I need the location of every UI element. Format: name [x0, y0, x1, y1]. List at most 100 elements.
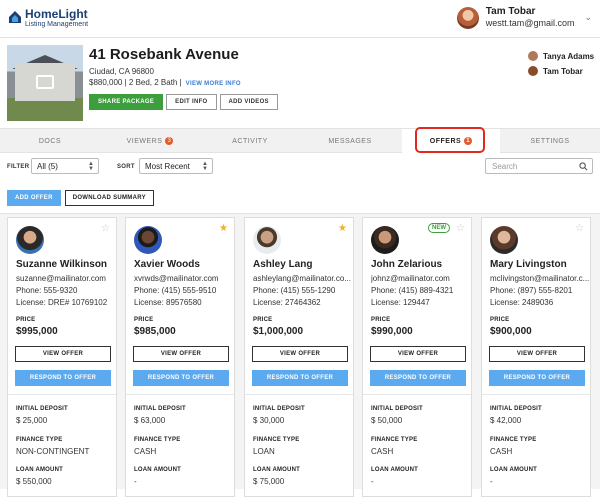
search-input[interactable]: Search [485, 158, 593, 174]
chevron-down-icon[interactable]: ⌄ [584, 12, 592, 23]
respond-to-offer-button[interactable]: RESPOND TO OFFER [370, 370, 466, 386]
property-address: 41 Rosebank Avenue [89, 46, 239, 63]
card-divider [482, 394, 590, 395]
search-icon [579, 162, 588, 171]
search-placeholder: Search [492, 161, 518, 171]
property-summary: $880,000 | 2 Bed, 2 Bath | VIEW MORE INFO [89, 78, 241, 87]
star-icon[interactable]: ★ [219, 224, 228, 234]
view-offer-button[interactable]: VIEW OFFER [370, 346, 466, 362]
tab-docs[interactable]: DOCS [0, 129, 100, 153]
add-videos-button[interactable]: ADD VIDEOS [219, 94, 278, 110]
offer-card: NEW ☆ John Zelarious johnz@mailinator.co… [362, 217, 472, 497]
price-label: PRICE [253, 317, 273, 323]
initial-deposit-label: INITIAL DEPOSIT [134, 406, 186, 412]
select-arrows-icon: ▲ ▼ [88, 161, 94, 172]
buyer-agent-avatar [253, 226, 281, 254]
view-offer-button[interactable]: VIEW OFFER [133, 346, 229, 362]
user-menu[interactable]: Tam Tobar westt.tam@gmail.com ⌄ [456, 6, 592, 29]
agent-phone: Phone: (415) 889-4321 [371, 286, 454, 295]
user-email: westt.tam@gmail.com [485, 18, 575, 28]
agent-name: Xavier Woods [134, 259, 200, 270]
property-photo[interactable] [7, 45, 83, 121]
card-divider [363, 394, 471, 395]
agent-name: Tanya Adams [543, 51, 595, 61]
tab-label: VIEWERS [126, 137, 163, 145]
add-offer-button[interactable]: ADD OFFER [7, 190, 61, 206]
price-label: PRICE [371, 317, 391, 323]
download-summary-button[interactable]: DOWNLOAD SUMMARY [64, 190, 154, 206]
tab-viewers[interactable]: VIEWERS 3 [100, 129, 200, 153]
star-icon[interactable]: ★ [338, 224, 347, 234]
agent-avatar [528, 66, 538, 76]
agent-license: License: DRE# 10769102 [16, 298, 108, 307]
initial-deposit-value: $ 63,000 [134, 416, 166, 425]
agent-email: xvrwds@mailinator.com [134, 274, 219, 283]
edit-info-button[interactable]: EDIT INFO [166, 94, 217, 110]
sort-select[interactable]: Most Recent ▲ ▼ [139, 158, 213, 174]
tab-label: SETTINGS [530, 137, 570, 145]
view-offer-button[interactable]: VIEW OFFER [15, 346, 111, 362]
agent-name: Tam Tobar [543, 66, 583, 76]
loan-amount-value: $ 75,000 [253, 477, 285, 486]
homelight-logo[interactable]: HomeLight Listing Management [8, 8, 88, 29]
user-name: Tam Tobar [485, 6, 536, 17]
finance-type-label: FINANCE TYPE [490, 437, 537, 443]
loan-amount-value: $ 550,000 [16, 477, 52, 486]
new-badge: NEW [428, 223, 450, 233]
share-package-button[interactable]: SHARE PACKAGE [89, 94, 164, 110]
property-summary-text: $880,000 | 2 Bed, 2 Bath | [89, 78, 182, 87]
logo-subtitle: Listing Management [25, 21, 89, 28]
agent-license: License: 89576580 [134, 298, 202, 307]
agent-email: suzanne@mailinator.com [16, 274, 106, 283]
filter-select[interactable]: All (5) ▲ ▼ [31, 158, 99, 174]
card-divider [126, 394, 234, 395]
agent-phone: Phone: (415) 555-9510 [134, 286, 217, 295]
respond-to-offer-button[interactable]: RESPOND TO OFFER [252, 370, 348, 386]
agent-avatar [528, 51, 538, 61]
agents-list: Tanya Adams Tam Tobar [528, 51, 594, 81]
star-icon[interactable]: ☆ [456, 224, 465, 234]
buyer-agent-avatar [16, 226, 44, 254]
finance-type-label: FINANCE TYPE [371, 437, 418, 443]
star-icon[interactable]: ☆ [575, 224, 584, 234]
finance-type-label: FINANCE TYPE [16, 437, 63, 443]
property-info: 41 Rosebank Avenue Ciudad, CA 96800 $880… [89, 46, 241, 87]
loan-amount-label: LOAN AMOUNT [253, 467, 300, 473]
agent-license: License: 2489036 [490, 298, 554, 307]
view-offer-button[interactable]: VIEW OFFER [489, 346, 585, 362]
tab-settings[interactable]: SETTINGS [500, 129, 600, 153]
respond-to-offer-button[interactable]: RESPOND TO OFFER [15, 370, 111, 386]
view-offer-button[interactable]: VIEW OFFER [252, 346, 348, 362]
star-icon[interactable]: ☆ [101, 224, 110, 234]
viewers-badge: 3 [165, 137, 174, 145]
finance-type-value: LOAN [253, 447, 275, 456]
card-divider [245, 394, 353, 395]
finance-type-value: CASH [490, 447, 513, 456]
respond-to-offer-button[interactable]: RESPOND TO OFFER [133, 370, 229, 386]
tab-label: DOCS [38, 137, 62, 145]
offer-price: $990,000 [371, 326, 413, 337]
offer-price: $900,000 [490, 326, 532, 337]
sort-value: Most Recent [145, 161, 190, 171]
offer-card: ★ Ashley Lang ashleylang@mailinator.co..… [244, 217, 354, 497]
offer-card: ☆ Suzanne Wilkinson suzanne@mailinator.c… [7, 217, 117, 497]
tab-activity[interactable]: ACTIVITY [200, 129, 300, 153]
initial-deposit-label: INITIAL DEPOSIT [16, 406, 68, 412]
homelight-logo-icon [9, 11, 21, 23]
logo-name: HomeLight [25, 7, 88, 21]
initial-deposit-label: INITIAL DEPOSIT [253, 406, 305, 412]
filter-value: All (5) [37, 161, 58, 171]
offer-actions: ADD OFFER DOWNLOAD SUMMARY [7, 190, 158, 206]
tab-bar: DOCS VIEWERS 3 ACTIVITY MESSAGES OFFERS 1 … [0, 128, 600, 153]
offer-card: ★ Xavier Woods xvrwds@mailinator.com Pho… [125, 217, 235, 497]
top-bar: HomeLight Listing Management Tam Tobar w… [0, 0, 600, 38]
filter-label: FILTER [7, 164, 30, 170]
select-arrows-icon: ▲ ▼ [202, 161, 208, 172]
respond-to-offer-button[interactable]: RESPOND TO OFFER [489, 370, 585, 386]
tab-messages[interactable]: MESSAGES [300, 129, 400, 153]
offer-price: $985,000 [134, 326, 176, 337]
view-more-info-link[interactable]: VIEW MORE INFO [186, 81, 241, 87]
photo-gallery-icon [36, 75, 54, 89]
sort-label: SORT [117, 164, 135, 170]
finance-type-value: CASH [371, 447, 394, 456]
